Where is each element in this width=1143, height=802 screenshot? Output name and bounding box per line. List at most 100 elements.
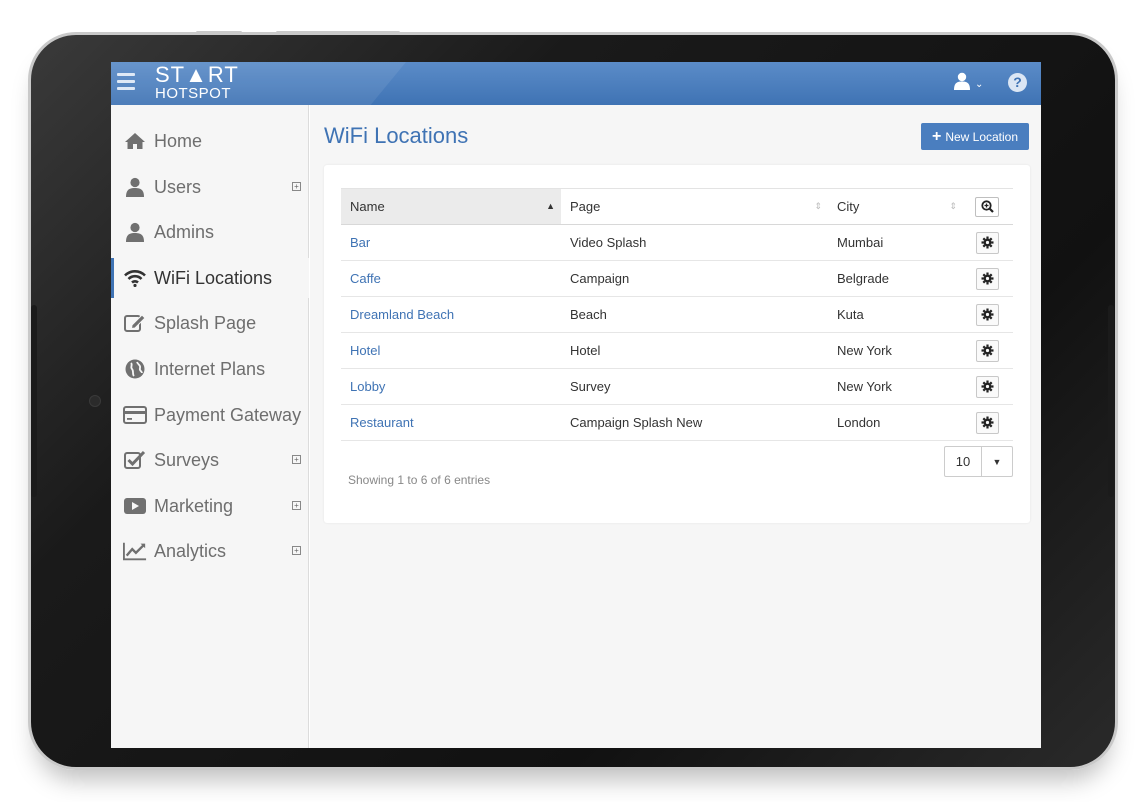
entries-info: Showing 1 to 6 of 6 entries <box>348 473 491 487</box>
new-location-button[interactable]: + New Location <box>921 123 1029 150</box>
column-label: City <box>837 199 860 214</box>
expand-icon[interactable]: + <box>292 455 301 464</box>
sidebar-item-payment-gateway[interactable]: Payment Gateway <box>111 395 309 435</box>
column-header-city[interactable]: City ⇕ <box>828 188 963 225</box>
chevron-down-icon: ⌄ <box>975 78 984 90</box>
page-size-value: 10 <box>945 447 982 476</box>
sidebar-item-label: Payment Gateway <box>154 404 302 425</box>
location-city: London <box>828 404 963 441</box>
top-bar: ST▲RT HOTSPOT ⌄ ? <box>111 62 1041 105</box>
table-row: Caffe Campaign Belgrade <box>341 260 1013 297</box>
table-row: Hotel Hotel New York <box>341 332 1013 369</box>
new-location-label: New Location <box>945 129 1019 144</box>
row-actions <box>963 296 1013 333</box>
settings-button[interactable] <box>976 231 999 254</box>
sidebar-item-label: Surveys <box>154 449 220 470</box>
table-row: Restaurant Campaign Splash New London <box>341 404 1013 441</box>
row-actions <box>963 404 1013 441</box>
gear-icon <box>981 236 994 249</box>
user-menu-button[interactable]: ⌄ <box>954 72 983 94</box>
column-label: Page <box>570 199 601 214</box>
row-actions <box>963 332 1013 369</box>
home-icon <box>123 130 147 152</box>
caret-down-icon[interactable]: ▼ <box>982 447 1012 476</box>
sidebar-item-marketing[interactable]: Marketing + <box>111 486 309 526</box>
sidebar-item-surveys[interactable]: Surveys + <box>111 440 309 480</box>
column-header-name[interactable]: Name ▲ <box>341 188 561 225</box>
sidebar-item-label: Internet Plans <box>154 358 266 379</box>
wifi-icon <box>123 267 147 289</box>
user-icon <box>954 72 970 95</box>
logo-line-1: ST▲RT <box>155 62 239 87</box>
page-size-select[interactable]: 10 ▼ <box>944 446 1013 477</box>
table-row: Lobby Survey New York <box>341 368 1013 405</box>
location-name-link[interactable]: Lobby <box>341 368 561 405</box>
column-header-page[interactable]: Page ⇕ <box>561 188 828 225</box>
play-icon <box>123 495 147 517</box>
sidebar-item-analytics[interactable]: Analytics + <box>111 531 309 571</box>
table-row: Dreamland Beach Beach Kuta <box>341 296 1013 333</box>
locations-panel: Name ▲ Page ⇕ City ⇕ Bar Video Splash Mu… <box>324 165 1030 523</box>
edit-icon <box>123 312 147 334</box>
sidebar-item-home[interactable]: Home <box>111 121 309 161</box>
sidebar-item-label: Marketing <box>154 495 234 516</box>
location-name-link[interactable]: Dreamland Beach <box>341 296 561 333</box>
expand-icon[interactable]: + <box>292 182 301 191</box>
location-page: Campaign <box>561 260 828 297</box>
location-page: Beach <box>561 296 828 333</box>
location-city: Kuta <box>828 296 963 333</box>
location-city: New York <box>828 332 963 369</box>
sidebar-item-admins[interactable]: Admins <box>111 212 309 252</box>
gear-icon <box>981 272 994 285</box>
expand-icon[interactable]: + <box>292 546 301 555</box>
location-page: Campaign Splash New <box>561 404 828 441</box>
chart-icon <box>123 540 147 562</box>
location-name-link[interactable]: Caffe <box>341 260 561 297</box>
logo: ST▲RT HOTSPOT <box>155 64 239 102</box>
sort-asc-icon: ▲ <box>546 201 555 211</box>
settings-button[interactable] <box>976 339 999 362</box>
checkbox-icon <box>123 449 147 471</box>
table-row: Bar Video Splash Mumbai <box>341 224 1013 261</box>
location-name-link[interactable]: Bar <box>341 224 561 261</box>
zoom-search-button[interactable] <box>975 196 999 217</box>
sidebar-item-users[interactable]: Users + <box>111 167 309 207</box>
sidebar-item-splash-page[interactable]: Splash Page <box>111 303 309 343</box>
sort-icon: ⇕ <box>814 201 822 211</box>
location-page: Video Splash <box>561 224 828 261</box>
sidebar-item-label: Home <box>154 130 203 151</box>
main-content: WiFi Locations + New Location Name ▲ Pag… <box>310 105 1041 748</box>
admin-icon <box>123 221 147 243</box>
location-name-link[interactable]: Hotel <box>341 332 561 369</box>
locations-table: Name ▲ Page ⇕ City ⇕ Bar Video Splash Mu… <box>341 188 1013 441</box>
sidebar-item-internet-plans[interactable]: Internet Plans <box>111 349 309 389</box>
credit-card-icon <box>123 404 147 426</box>
gear-icon <box>981 416 994 429</box>
gear-icon <box>981 344 994 357</box>
settings-button[interactable] <box>976 411 999 434</box>
globe-icon <box>123 358 147 380</box>
expand-icon[interactable]: + <box>292 501 301 510</box>
settings-button[interactable] <box>976 267 999 290</box>
gear-icon <box>981 380 994 393</box>
sort-icon: ⇕ <box>949 201 957 211</box>
column-header-actions <box>963 188 1013 225</box>
settings-button[interactable] <box>976 303 999 326</box>
sidebar-item-label: Users <box>154 176 202 197</box>
sidebar-item-wifi-locations[interactable]: WiFi Locations <box>111 258 309 298</box>
sidebar-item-label: Splash Page <box>154 312 257 333</box>
plus-icon: + <box>931 127 942 145</box>
menu-toggle-button[interactable] <box>117 73 135 91</box>
gear-icon <box>981 308 994 321</box>
location-city: New York <box>828 368 963 405</box>
settings-button[interactable] <box>976 375 999 398</box>
search-icon <box>980 200 994 213</box>
location-name-link[interactable]: Restaurant <box>341 404 561 441</box>
location-city: Mumbai <box>828 224 963 261</box>
sidebar: Home Users + Admins WiFi Locations Splas… <box>111 105 309 748</box>
help-icon[interactable]: ? <box>1008 73 1027 92</box>
screen: ST▲RT HOTSPOT ⌄ ? Home Users + Admins Wi… <box>111 62 1041 748</box>
location-page: Hotel <box>561 332 828 369</box>
sidebar-item-label: Analytics <box>154 540 227 561</box>
page-title: WiFi Locations <box>324 123 469 148</box>
